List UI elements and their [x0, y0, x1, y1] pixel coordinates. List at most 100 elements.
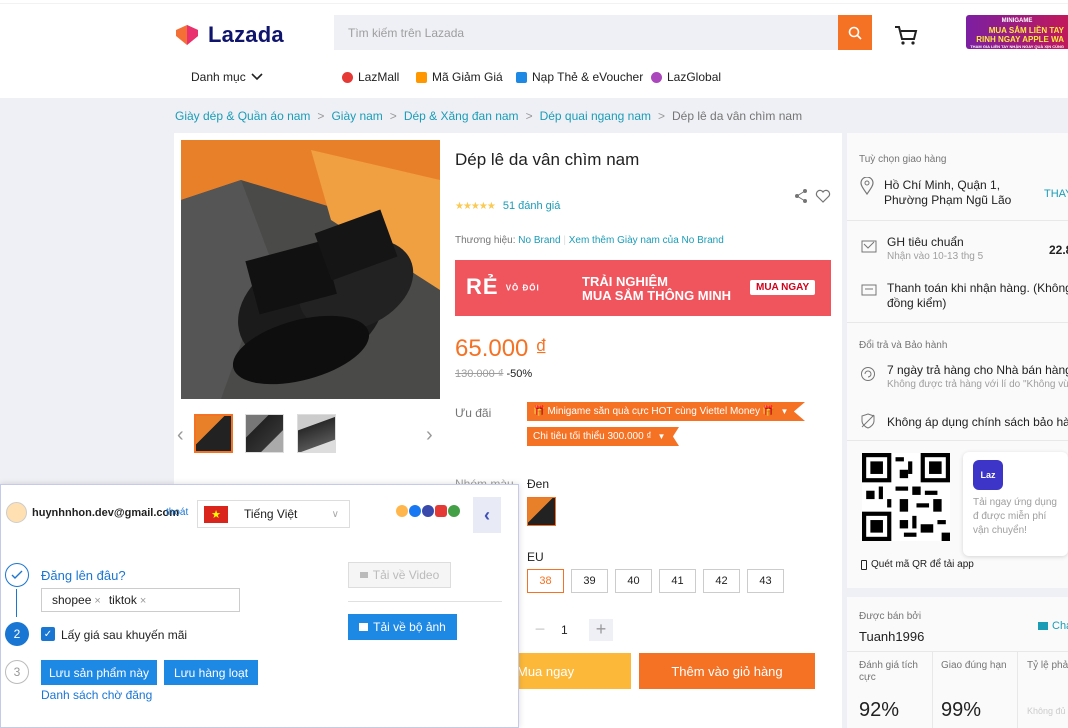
voucher-tag[interactable]: Chi tiêu tối thiểu 300.000 ₫ ▼ — [527, 427, 679, 446]
quantity-increase-button[interactable]: + — [589, 619, 613, 641]
add-to-cart-button[interactable]: Thêm vào giỏ hàng — [639, 653, 815, 689]
buy-now-button[interactable]: Mua ngay — [510, 653, 631, 689]
metric-value: 92% — [859, 699, 900, 721]
platform-tag-input[interactable]: shopee × tiktok × — [41, 588, 240, 612]
warranty-info: Không áp dụng chính sách bảo hành — [887, 415, 1068, 429]
old-price-line: 130.000 ₫ -50% — [455, 368, 532, 380]
save-product-button[interactable]: Lưu sản phẩm này — [41, 660, 157, 685]
nav-lazglobal[interactable]: LazGlobal — [651, 70, 721, 84]
no-warranty-icon — [861, 413, 875, 429]
seller-name[interactable]: Tuanh1996 — [859, 629, 924, 644]
messenger-icon[interactable] — [422, 505, 434, 517]
quantity-value[interactable]: 1 — [561, 623, 568, 637]
banner-text: TRẢI NGHIỆM MUA SẮM THÔNG MINH — [582, 275, 731, 303]
nav-vouchers[interactable]: Mã Giảm Giá — [416, 70, 503, 84]
product-main-image[interactable] — [181, 140, 440, 399]
logout-link[interactable]: thoát — [166, 507, 188, 518]
pending-list-link[interactable]: Danh sách chờ đăng — [41, 688, 152, 702]
next-image-arrow[interactable]: › — [426, 424, 433, 447]
youtube-icon[interactable] — [435, 505, 447, 517]
voucher-text: Minigame săn quà cực HOT cùng Viettel Mo… — [547, 406, 760, 417]
chat-label: Cha — [1052, 620, 1068, 632]
app-qr-code[interactable] — [862, 453, 950, 541]
search-input[interactable]: Tìm kiếm trên Lazada — [334, 15, 838, 50]
change-address-link[interactable]: THAY — [1044, 188, 1068, 200]
breadcrumb: Giày dép & Quần áo nam > Giày nam > Dép & Xă… — [175, 109, 802, 123]
facebook-icon[interactable] — [409, 505, 421, 517]
product-title: Dép lê da vân chìm nam — [455, 150, 640, 169]
qr-caption: Quét mã QR để tải app — [861, 559, 974, 570]
cart-icon[interactable] — [893, 22, 919, 48]
delivery-address: Hồ Chí Minh, Quận 1, Phường Phạm Ngũ Lão — [884, 178, 1011, 208]
remove-tag-icon[interactable]: × — [140, 595, 146, 607]
size-option[interactable]: 42 — [703, 569, 740, 593]
use-promo-price-checkbox[interactable]: ✓ — [41, 627, 55, 641]
size-option[interactable]: 40 — [615, 569, 652, 593]
returns-section-title: Đổi trả và Bảo hành — [859, 340, 948, 351]
minigame-promo-banner[interactable]: MINIGAME MUA SẮM LIỀN TAY RINH NGAY APPL… — [966, 15, 1068, 49]
category-menu[interactable]: Danh mục — [191, 70, 263, 84]
size-option[interactable]: 43 — [747, 569, 784, 593]
metric-label: Giao đúng hạn — [941, 660, 1007, 671]
chevron-right-icon: > — [525, 109, 533, 123]
review-count-link[interactable]: 51 đánh giá — [503, 200, 561, 212]
metric-value: Không đủ — [1027, 706, 1066, 716]
download-video-button[interactable]: Tải về Video — [348, 562, 451, 588]
voucher-tag[interactable]: 🎁 Minigame săn quà cực HOT cùng Viettel M… — [527, 402, 805, 421]
download-images-button[interactable]: Tải về bộ ảnh — [348, 614, 457, 640]
divider — [932, 652, 933, 728]
brand-link[interactable]: No Brand — [518, 235, 560, 246]
language-select[interactable]: ★ Tiếng Việt ∨ — [197, 500, 350, 528]
chevron-right-icon: > — [389, 109, 397, 123]
size-option[interactable]: 41 — [659, 569, 696, 593]
banner-logo-text: RẺ — [466, 274, 499, 299]
breadcrumb-current: Dép lê da vân chìm nam — [672, 109, 803, 123]
re-vo-doi-banner[interactable]: RẺ VÔ ĐỐI TRẢI NGHIỆM MUA SẮM THÔNG MINH… — [455, 260, 831, 316]
collapse-panel-button[interactable]: ‹ — [473, 497, 501, 533]
banner-line: MUA SẮM THÔNG MINH — [582, 288, 732, 303]
cash-icon — [861, 284, 877, 296]
banner-line: TRẢI NGHIỆM — [582, 274, 668, 289]
brand-more-link[interactable]: Xem thêm Giày nam của No Brand — [569, 235, 724, 246]
color-swatch[interactable] — [527, 497, 556, 526]
breadcrumb-item[interactable]: Dép & Xăng đan nam — [404, 109, 519, 123]
size-option[interactable]: 39 — [571, 569, 608, 593]
platform-tag[interactable]: tiktok × — [109, 593, 146, 607]
platform-tag[interactable]: shopee × — [52, 593, 101, 607]
nav-topup[interactable]: Nạp Thẻ & eVoucher — [516, 70, 643, 84]
breadcrumb-item[interactable]: Giày nam — [331, 109, 382, 123]
quantity-decrease-button[interactable]: − — [527, 619, 553, 641]
voucher-text: Chi tiêu tối thiểu 300.000 ₫ — [533, 431, 652, 442]
banner-buy-button[interactable]: MUA NGAY — [750, 280, 816, 295]
share-icon[interactable] — [793, 188, 809, 204]
banner-logo: RẺ VÔ ĐỐI — [466, 274, 540, 300]
lazada-logo[interactable]: Lazada — [174, 22, 284, 48]
divider — [847, 322, 1068, 323]
chat-icon — [1038, 622, 1048, 630]
lazada-app-icon: Laz — [973, 460, 1003, 490]
remove-tag-icon[interactable]: × — [94, 595, 100, 607]
promo-line: THAM GIA LIỀN TAY NHẬN NGAY QUÀ XỊN CÙNG — [970, 44, 1064, 49]
product-thumbnail[interactable] — [297, 414, 336, 453]
nav-lazmall[interactable]: LazMall — [342, 70, 399, 84]
rainbow-icon[interactable] — [396, 505, 408, 517]
size-option[interactable]: 38 — [527, 569, 564, 593]
prev-image-arrow[interactable]: ‹ — [177, 424, 184, 447]
return-note: Không được trả hàng với lí do "Không vừa — [887, 379, 1068, 390]
product-thumbnail[interactable] — [245, 414, 284, 453]
language-value: Tiếng Việt — [244, 507, 298, 521]
shipping-eta: Nhận vào 10-13 thg 5 — [887, 251, 984, 262]
chat-button[interactable]: Cha — [1038, 620, 1068, 632]
search-button[interactable] — [838, 15, 872, 50]
divider — [847, 651, 1068, 652]
breadcrumb-item[interactable]: Dép quai ngang nam — [540, 109, 651, 123]
heart-icon[interactable] — [815, 188, 831, 204]
save-bulk-button[interactable]: Lưu hàng loạt — [164, 660, 258, 685]
app-download-card[interactable]: Laz Tải ngay ứng dụng đ được miễn phí vậ… — [963, 452, 1068, 556]
product-thumbnail[interactable] — [194, 414, 233, 453]
sold-by-label: Được bán bởi — [859, 611, 922, 622]
target-platform-question: Đăng lên đâu? — [41, 568, 126, 583]
address-line: Phường Phạm Ngũ Lão — [884, 193, 1012, 207]
globe-icon[interactable] — [448, 505, 460, 517]
breadcrumb-item[interactable]: Giày dép & Quần áo nam — [175, 109, 310, 123]
